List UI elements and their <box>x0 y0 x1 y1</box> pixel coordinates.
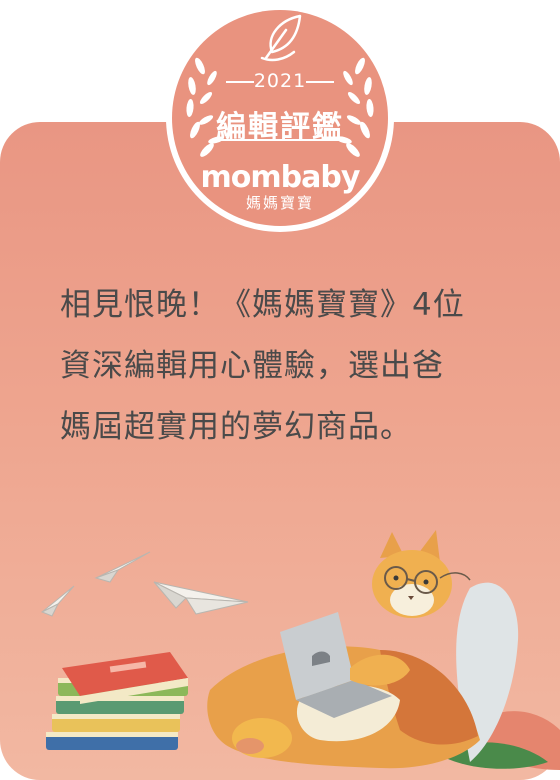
headline-line: 資深編輯用心體驗，選出爸 <box>60 348 444 384</box>
badge-title: 編輯評鑑 <box>216 110 344 145</box>
cat-head <box>372 530 471 618</box>
headline-text: 相見恨晚！《媽媽寶寶》4位 資深編輯用心體驗，選出爸 媽屆超實用的夢幻商品。 <box>60 275 520 458</box>
headline-line: 媽屆超實用的夢幻商品。 <box>60 409 412 445</box>
reading-cat-illustration <box>40 530 560 770</box>
badge-year: 2021 <box>253 70 307 92</box>
paper-plane-icon <box>94 551 151 583</box>
badge-brand-subtitle: 媽媽寶寶 <box>245 194 314 212</box>
badge-brand-logo: mombaby <box>200 160 361 195</box>
paper-plane-icon <box>40 585 75 617</box>
paper-plane-icon <box>153 581 249 615</box>
book-stack-icon <box>46 652 188 750</box>
headline-line: 相見恨晚！《媽媽寶寶》4位 <box>60 287 465 323</box>
editor-award-badge: 2021 編輯評鑑 mombaby 媽媽寶寶 <box>162 0 398 236</box>
